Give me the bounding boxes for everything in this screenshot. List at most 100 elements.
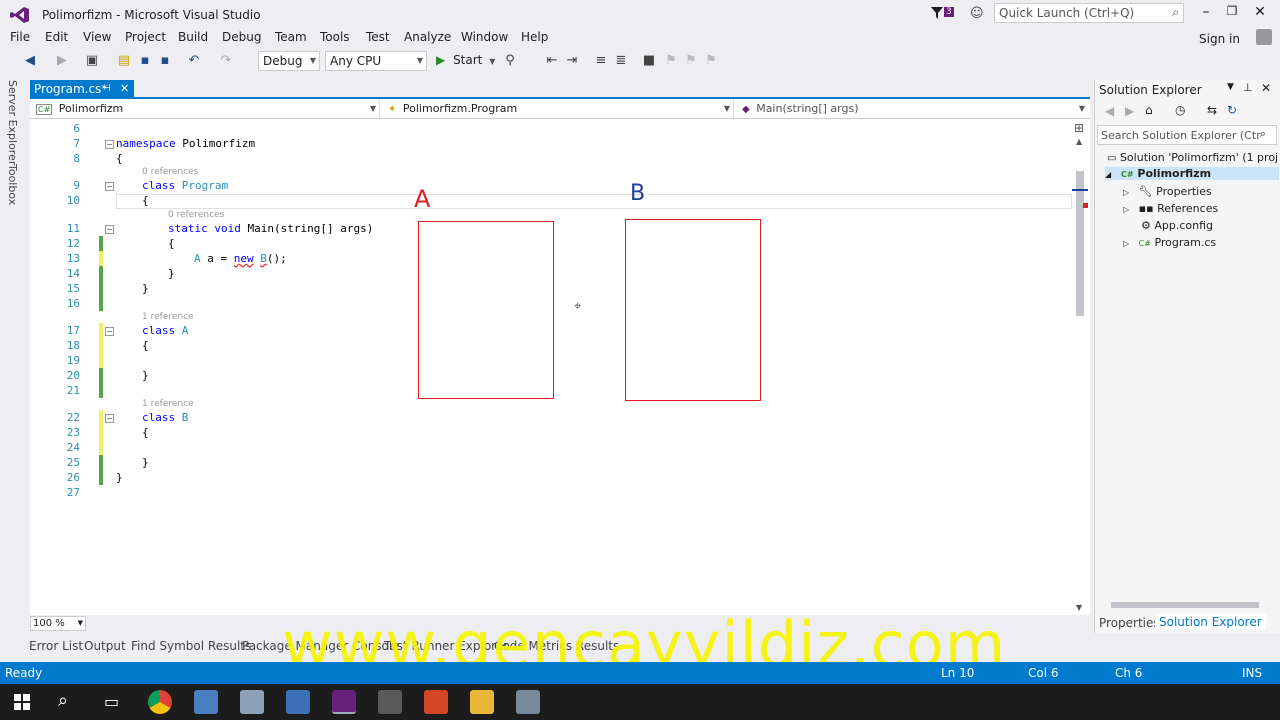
back-icon[interactable]: ◀ [22,53,38,69]
menu-tools[interactable]: Tools [320,30,350,44]
file-explorer-icon[interactable] [470,690,494,714]
back-icon[interactable]: ◀ [1105,104,1114,118]
start-button[interactable]: ▶ Start ▼ [436,53,495,69]
prev-bookmark-icon[interactable]: ⚑ [663,53,679,69]
redo-icon[interactable]: ↷ [218,53,234,69]
solution-configuration-select[interactable]: Debug ▼ [258,51,320,71]
menu-help[interactable]: Help [521,30,548,44]
uncomment-icon[interactable]: ≣ [613,53,629,69]
expand-icon[interactable]: ◢ [1105,170,1111,179]
collapse-icon[interactable]: − [105,225,114,234]
code-editor[interactable]: 6 7 8 9 10 11 12 13 14 15 16 17 18 19 20… [30,119,1090,615]
tab-error-list[interactable]: Error List [29,639,83,653]
close-button[interactable]: ✕ [1250,4,1270,22]
split-icon[interactable]: ⊞ [1074,121,1084,135]
home-icon[interactable]: ⌂ [1145,103,1153,117]
scroll-up-icon[interactable]: ▲ [1076,137,1082,146]
dropdown-icon[interactable]: ▼ [1227,82,1234,92]
scroll-thumb[interactable] [1076,171,1084,316]
codelens-references[interactable]: 0 references [168,210,224,220]
tab-find-symbol-results[interactable]: Find Symbol Results [131,639,251,653]
chevron-right-icon[interactable]: ▷ [1123,205,1129,214]
attach-icon[interactable]: ⚲ [502,53,518,69]
menu-build[interactable]: Build [178,30,208,44]
forward-icon[interactable]: ▶ [54,53,70,69]
solution-platform-select[interactable]: Any CPU ▼ [325,51,427,71]
menu-test[interactable]: Test [366,30,390,44]
tab-program-cs[interactable]: Program.cs* ⊣ ✕ [30,80,134,98]
codelens-references[interactable]: 0 references [142,167,198,177]
account-avatar-icon[interactable] [1256,29,1272,45]
minimize-button[interactable]: – [1196,4,1216,22]
tab-solution-explorer[interactable]: Solution Explorer [1155,614,1266,630]
codelens-references[interactable]: 1 reference [142,399,194,409]
pin-icon[interactable]: ⊥ [1243,81,1253,94]
step-out-icon[interactable]: ⇥ [564,53,580,69]
comment-icon[interactable]: ≡ [593,53,609,69]
pin-icon[interactable]: ⊣ [102,80,111,98]
menu-file[interactable]: File [10,30,30,44]
solution-search-input[interactable]: Search Solution Explorer (Ctr ⌕ [1097,125,1277,145]
tree-references[interactable]: ▷ ▪▪ References [1123,202,1218,215]
menu-team[interactable]: Team [275,30,307,44]
menu-analyze[interactable]: Analyze [404,30,451,44]
visual-studio-icon[interactable] [332,690,356,714]
next-bookmark-icon[interactable]: ⚑ [683,53,699,69]
scroll-thumb[interactable] [1111,602,1259,608]
close-icon[interactable]: ✕ [1261,81,1271,95]
menu-debug[interactable]: Debug [222,30,261,44]
app-icon[interactable] [286,690,310,714]
collapse-icon[interactable]: − [105,327,114,336]
new-project-icon[interactable]: ▣ [84,53,100,69]
collapse-icon[interactable]: − [105,414,114,423]
tab-output[interactable]: Output [84,639,126,653]
editor-scrollbar[interactable]: ⊞ ▲ ▼ [1072,121,1088,615]
tools-icon[interactable] [378,690,402,714]
horizontal-scrollbar[interactable] [1103,602,1273,608]
task-view-icon[interactable]: ▭ [104,692,119,711]
menu-project[interactable]: Project [125,30,166,44]
open-file-icon[interactable]: ▤ [116,53,132,69]
save-all-icon[interactable]: ▪ [157,53,173,69]
undo-icon[interactable]: ↶ [186,53,202,69]
quick-launch-input[interactable]: Quick Launch (Ctrl+Q) ⌕ [994,3,1184,23]
bookmark-icon[interactable]: ■ [641,53,657,69]
step-icon[interactable]: ⇤ [544,53,560,69]
scroll-down-icon[interactable]: ▼ [1076,603,1082,612]
save-icon[interactable]: ▪ [137,53,153,69]
type-dropdown[interactable]: ✦ Polimorfizm.Program ▼ [384,100,734,118]
tree-solution[interactable]: ▭ Solution 'Polimorfizm' (1 proj [1107,151,1278,164]
maximize-button[interactable]: ❐ [1222,4,1242,22]
refresh-icon[interactable]: ↻ [1227,103,1237,117]
chevron-right-icon[interactable]: ▷ [1123,239,1129,248]
chevron-right-icon[interactable]: ▷ [1123,188,1129,197]
tree-app-config[interactable]: ⚙ App.config [1141,219,1213,232]
server-explorer-tab[interactable]: Server Explorer [6,80,19,165]
sign-in-link[interactable]: Sign in [1199,32,1240,46]
collapse-icon[interactable]: − [105,140,114,149]
windows-start-icon[interactable] [14,694,30,710]
feedback-icon[interactable]: ☺ [970,6,984,21]
menu-view[interactable]: View [83,30,111,44]
menu-window[interactable]: Window [461,30,508,44]
close-icon[interactable]: ✕ [120,80,129,98]
member-dropdown[interactable]: ◆ Main(string[] args) ▼ [738,100,1088,118]
paint-icon[interactable] [240,690,264,714]
history-icon[interactable]: ◷ [1175,103,1185,117]
tree-project[interactable]: ◢ C# Polimorfizm [1105,167,1279,180]
forward-icon[interactable]: ▶ [1125,104,1134,118]
tab-properties[interactable]: Properties [1099,616,1160,630]
collapse-icon[interactable]: − [105,182,114,191]
sync-icon[interactable]: ⇆ [1207,103,1217,117]
powerpoint-icon[interactable] [424,690,448,714]
notification-flag-icon[interactable]: 3 [930,6,960,22]
app-icon[interactable] [516,690,540,714]
search-icon[interactable]: ⌕ [58,690,68,711]
codelens-references[interactable]: 1 reference [142,312,194,322]
toolbox-tab[interactable]: Toolbox [6,164,19,205]
chrome-icon[interactable] [148,690,172,714]
project-dropdown[interactable]: C# Polimorfizm ▼ [32,100,380,118]
app-icon[interactable] [194,690,218,714]
tree-program-cs[interactable]: ▷ C# Program.cs [1123,236,1216,249]
tree-properties[interactable]: ▷ 🔧︎ Properties [1123,185,1212,198]
